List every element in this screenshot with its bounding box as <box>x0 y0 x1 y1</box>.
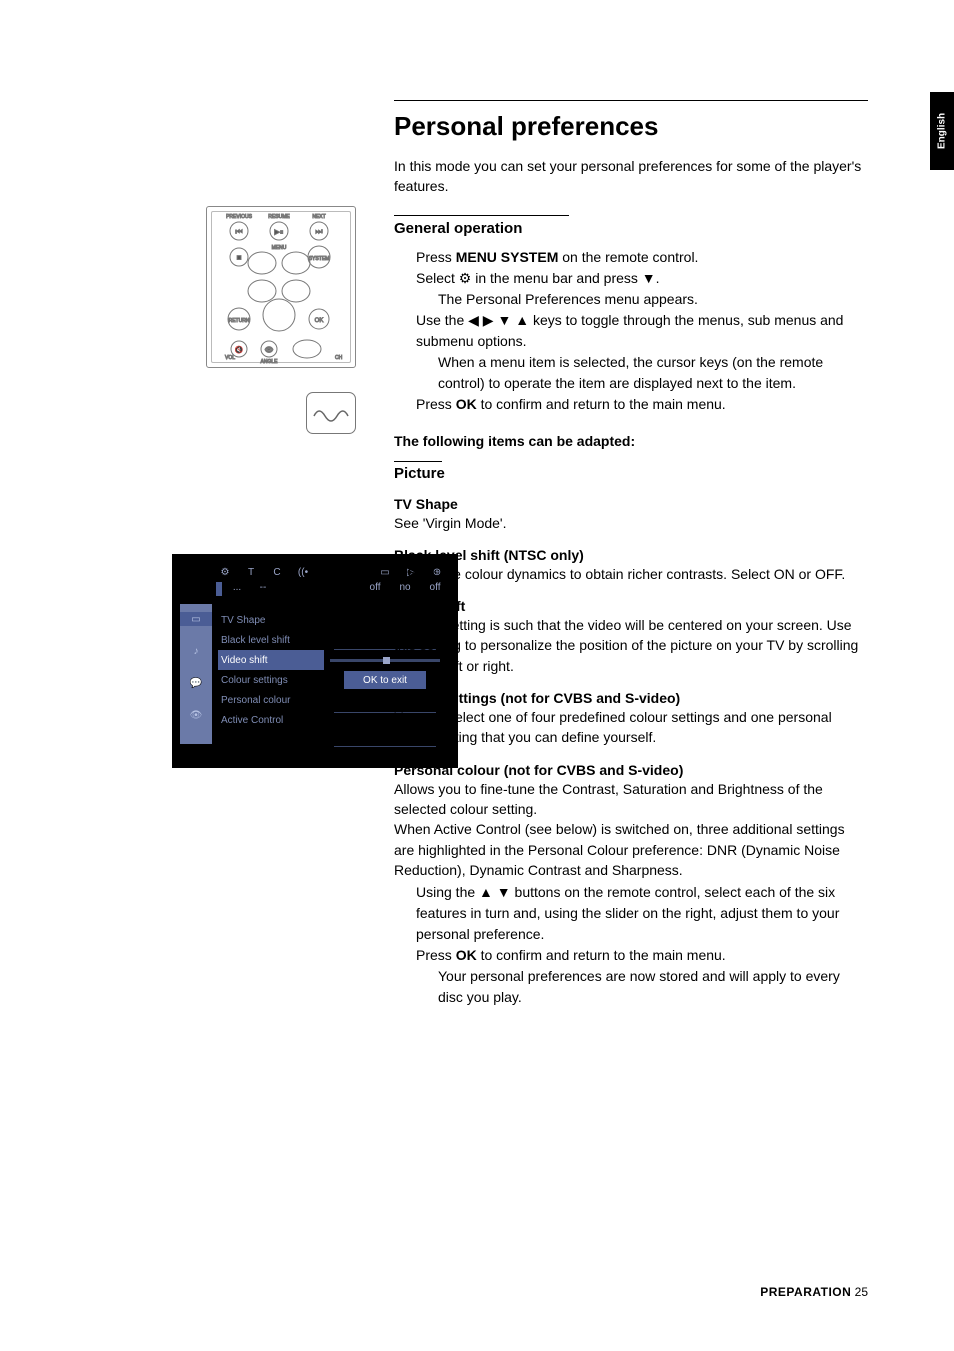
step-subtext: The Personal Preferences menu appears. <box>416 289 868 310</box>
step-text-bold: OK <box>456 947 477 963</box>
osd-menu-item: TV Shape <box>218 610 324 630</box>
svg-text:👁: 👁 <box>265 346 274 354</box>
personal-colour-steps: Using the ▲ ▼ buttons on the remote cont… <box>394 882 868 1008</box>
step-text: to confirm and return to the main menu. <box>477 947 726 963</box>
svg-text:■: ■ <box>237 253 242 262</box>
svg-text:RESUME: RESUME <box>268 214 290 220</box>
osd-top-icon: ((• <box>290 567 316 578</box>
step-text-bold: MENU SYSTEM <box>456 249 559 265</box>
osd-category-sidebar: ▭ ♪ 💬 👁 <box>180 604 212 744</box>
svg-text:VOL: VOL <box>225 355 235 361</box>
general-operation-steps: Press MENU SYSTEM on the remote control.… <box>394 247 868 415</box>
black-level-text: Adapts the colour dynamics to obtain ric… <box>394 564 868 584</box>
picture-icon <box>306 392 356 434</box>
tv-shape-heading: TV Shape <box>394 496 868 512</box>
svg-text:▶⏸: ▶⏸ <box>275 229 284 236</box>
colour-settings-heading: Colour settings (not for CVBS and S-vide… <box>394 690 868 706</box>
svg-text:PREVIOUS: PREVIOUS <box>226 214 253 220</box>
general-operation-heading: General operation <box>394 220 868 237</box>
svg-text:MENU: MENU <box>272 245 287 251</box>
step-text: Using the ▲ ▼ buttons on the remote cont… <box>416 882 868 945</box>
step-text: Press <box>416 249 456 265</box>
osd-side-icon: 💬 <box>187 676 205 690</box>
footer-page-number: 25 <box>855 1285 868 1299</box>
page-footer: PREPARATION 25 <box>760 1285 868 1299</box>
osd-menu-item: Personal colour <box>218 690 324 710</box>
osd-side-icon: ♪ <box>187 644 205 658</box>
footer-label: PREPARATION <box>760 1285 851 1299</box>
osd-slider <box>330 659 440 662</box>
remote-control-illustration: ⏮ ▶⏸ ⏭ PREVIOUS RESUME NEXT ■ MENU SYSTE… <box>206 206 356 368</box>
osd-tab: -- <box>250 582 276 600</box>
osd-menu-item-selected: Video shift <box>218 650 324 670</box>
picture-heading: Picture <box>394 465 868 482</box>
video-shift-heading: Video shift <box>394 598 868 614</box>
step-text: Select ⚙ in the menu bar and press ▼. <box>416 268 868 289</box>
svg-text:RETURN: RETURN <box>229 318 250 324</box>
adaptable-heading: The following items can be adapted: <box>394 433 868 449</box>
osd-menu-item: Active Control <box>218 710 324 730</box>
colour-settings-text: You can select one of four predefined co… <box>394 707 868 748</box>
step-subtext: When a menu item is selected, the cursor… <box>416 352 868 394</box>
osd-menu-item: Colour settings <box>218 670 324 690</box>
step-text: to confirm and return to the main menu. <box>477 396 726 412</box>
video-shift-text: Factory setting is such that the video w… <box>394 615 868 676</box>
osd-side-icon: 👁 <box>187 708 205 722</box>
osd-menu-list: TV Shape Black level shift Video shift C… <box>212 604 324 744</box>
svg-text:⏮: ⏮ <box>235 227 242 236</box>
osd-tab: off <box>360 582 390 600</box>
svg-text:⏭: ⏭ <box>315 227 322 236</box>
tv-shape-text: See 'Virgin Mode'. <box>394 513 868 533</box>
osd-top-icon: T <box>238 567 264 578</box>
step-subtext: Your personal preferences are now stored… <box>416 966 868 1008</box>
osd-side-icon: ▭ <box>180 612 212 626</box>
osd-top-icon: ⚙ <box>212 567 238 578</box>
svg-text:ANGLE: ANGLE <box>261 359 279 365</box>
step-text: Press <box>416 396 456 412</box>
osd-menu-item: Black level shift <box>218 630 324 650</box>
svg-text:OK: OK <box>315 318 324 324</box>
personal-colour-heading: Personal colour (not for CVBS and S-vide… <box>394 762 868 778</box>
osd-tab: ... <box>224 582 250 600</box>
svg-text:SYSTEM: SYSTEM <box>309 256 330 262</box>
step-text: Use the ◀ ▶ ▼ ▲ keys to toggle through t… <box>416 310 868 352</box>
osd-top-icon: C <box>264 567 290 578</box>
page-title: Personal preferences <box>394 111 868 142</box>
intro-text: In this mode you can set your personal p… <box>394 156 868 197</box>
personal-colour-text2: When Active Control (see below) is switc… <box>394 819 868 880</box>
svg-text:🔇: 🔇 <box>235 345 244 354</box>
black-level-heading: Black level shift (NTSC only) <box>394 547 868 563</box>
step-text: on the remote control. <box>558 249 698 265</box>
svg-text:NEXT: NEXT <box>312 214 325 220</box>
svg-text:CH: CH <box>335 355 343 361</box>
step-text: Press <box>416 947 456 963</box>
step-text-bold: OK <box>456 396 477 412</box>
personal-colour-text1: Allows you to fine-tune the Contrast, Sa… <box>394 779 868 820</box>
language-tab: English <box>930 92 954 170</box>
